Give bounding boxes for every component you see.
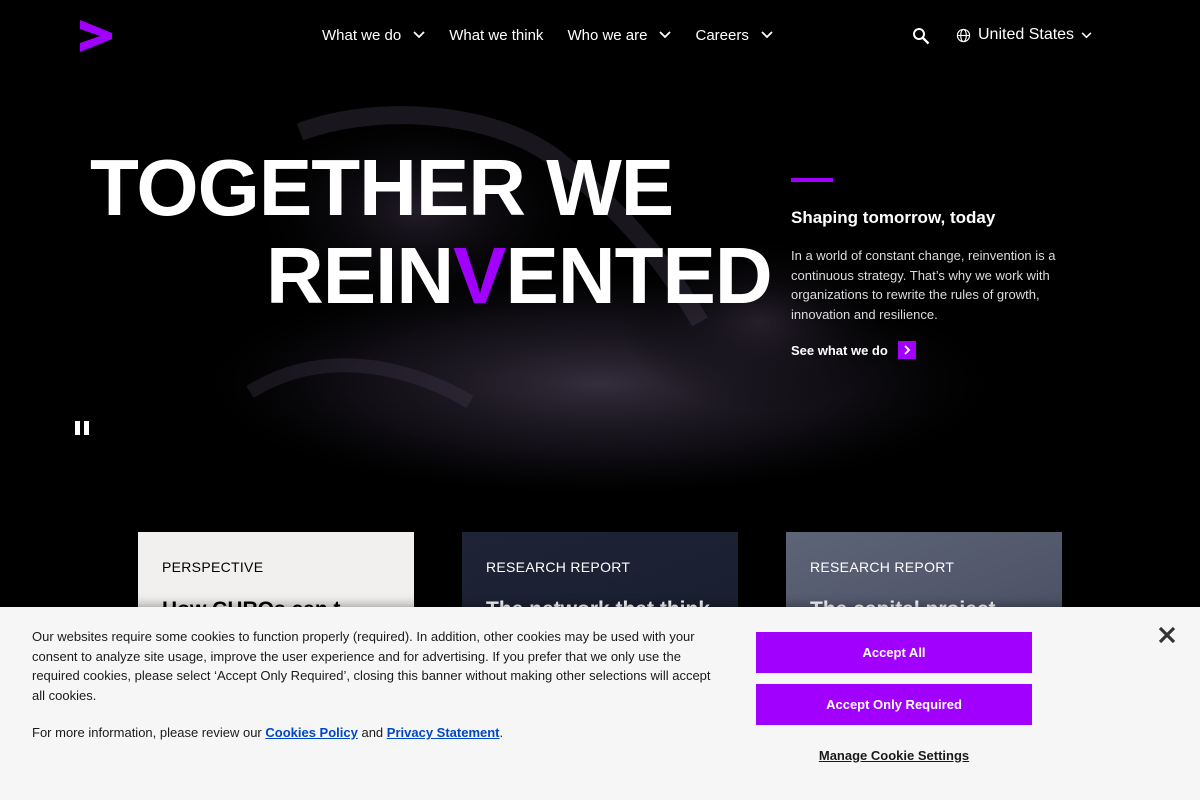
hero-headline-line-2: REINVENTED <box>266 236 773 316</box>
pause-icon[interactable] <box>75 421 89 435</box>
accept-only-required-button[interactable]: Accept Only Required <box>756 684 1032 725</box>
hero-section: TOGETHER WE REINVENTED Shaping tomorrow,… <box>0 72 1200 502</box>
card-tag: PERSPECTIVE <box>162 559 264 575</box>
cookie-banner: Our websites require some cookies to fun… <box>0 607 1200 800</box>
headline-text: REIN <box>266 231 454 320</box>
nav-item-label: What we do <box>322 26 402 44</box>
nav-item-who-we-are[interactable]: Who we are <box>567 25 672 45</box>
site-header: What we do What we think Who we are Care… <box>0 0 1200 72</box>
accenture-logo-icon[interactable] <box>80 20 112 52</box>
headline-accent-letter: V <box>453 231 506 320</box>
card-tag: RESEARCH REPORT <box>810 559 955 575</box>
globe-icon <box>956 28 971 42</box>
cookie-more-prefix: For more information, please review our <box>32 725 266 740</box>
pause-bar <box>75 421 80 435</box>
nav-item-label: What we think <box>449 26 544 44</box>
headline-text: ENTED <box>505 231 773 320</box>
chevron-right-icon <box>897 341 916 359</box>
accent-divider <box>791 178 833 182</box>
hero-subhead: Shaping tomorrow, today <box>791 208 996 227</box>
cookies-policy-link[interactable]: Cookies Policy <box>265 725 357 740</box>
pause-bar <box>84 421 89 435</box>
privacy-statement-link[interactable]: Privacy Statement <box>387 725 500 740</box>
country-label: United States <box>978 26 1075 43</box>
nav-item-what-we-do[interactable]: What we do <box>322 25 425 45</box>
cookie-more-suffix: . <box>499 725 504 740</box>
cookie-notice-text: Our websites require some cookies to fun… <box>32 629 711 703</box>
chevron-down-icon <box>413 31 425 39</box>
hero-headline-line-1: TOGETHER WE <box>90 143 674 232</box>
card-tag: RESEARCH REPORT <box>486 559 631 575</box>
accept-all-button[interactable]: Accept All <box>756 632 1032 673</box>
nav-item-careers[interactable]: Careers <box>695 25 773 45</box>
nav-item-label: Careers <box>695 26 749 44</box>
chevron-down-icon <box>1081 31 1092 38</box>
main-nav: What we do What we think Who we are Care… <box>322 25 797 45</box>
see-what-we-do-link[interactable]: See what we do <box>791 341 916 359</box>
country-selector[interactable]: United States <box>956 25 1092 45</box>
nav-item-what-we-think[interactable]: What we think <box>449 25 543 45</box>
chevron-down-icon <box>761 31 773 39</box>
hero-body-text: In a world of constant change, reinventi… <box>791 248 1056 322</box>
close-icon[interactable] <box>1157 625 1177 645</box>
cta-label: See what we do <box>791 342 888 358</box>
nav-item-label: Who we are <box>567 26 648 44</box>
search-icon[interactable] <box>912 27 930 45</box>
manage-cookie-settings-button[interactable]: Manage Cookie Settings <box>756 745 1032 765</box>
chevron-down-icon <box>659 31 672 39</box>
cookie-more-middle: and <box>357 725 387 740</box>
cookie-more-info: For more information, please review our … <box>32 725 503 740</box>
